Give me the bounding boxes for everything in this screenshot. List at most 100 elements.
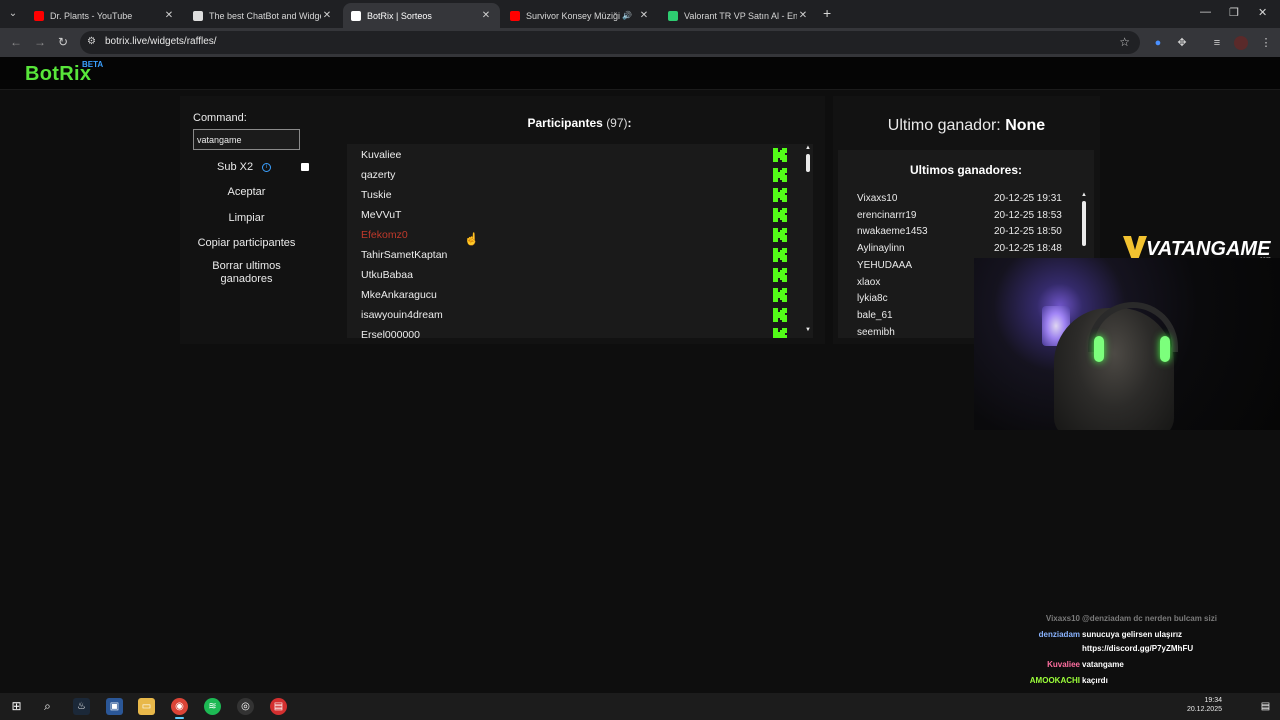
tab-close-icon[interactable]: ✕ bbox=[638, 10, 650, 21]
store-icon[interactable]: ▣ bbox=[106, 698, 123, 715]
profile-avatar-icon[interactable] bbox=[1234, 36, 1248, 50]
chrome-menu-icon[interactable]: ⋮ bbox=[1259, 36, 1273, 50]
webcam-feed bbox=[974, 258, 1280, 430]
chat-text: sunucuya gelirsen ulaşırız bbox=[1082, 630, 1183, 639]
participant-row[interactable]: Tuskie bbox=[361, 185, 801, 205]
tab-search-icon[interactable]: ⌄ bbox=[5, 6, 21, 22]
kick-icon bbox=[773, 148, 787, 162]
participant-row[interactable]: Kuvaliee bbox=[361, 145, 801, 165]
bookmark-star-icon[interactable]: ☆ bbox=[1119, 35, 1130, 49]
participants-list[interactable]: ▲ ▼ Kuvaliee qazerty Tuskie MeVVuT Efekomz0 T… bbox=[347, 144, 813, 338]
back-icon[interactable]: ← bbox=[10, 35, 22, 49]
winner-name: erencinarrr19 bbox=[857, 209, 917, 221]
participant-name: Efekomz0 bbox=[361, 229, 408, 241]
sub-x2-checkbox[interactable] bbox=[301, 163, 309, 171]
participant-row[interactable]: UtkuBabaa bbox=[361, 265, 801, 285]
notifications-icon[interactable]: ▤ bbox=[1257, 698, 1274, 715]
participant-row[interactable]: Ersel000000 bbox=[361, 325, 801, 338]
participants-count: (97) bbox=[606, 116, 628, 130]
extensions-puzzle-icon[interactable]: ✥ bbox=[1175, 36, 1189, 50]
media-control-icon[interactable]: ≡ bbox=[1210, 36, 1224, 50]
participants-title: Participantes (97): bbox=[346, 116, 813, 130]
clear-last-winners-button[interactable]: Borrar ultimos ganadores bbox=[193, 260, 300, 286]
obs-icon[interactable]: ◎ bbox=[237, 698, 254, 715]
close-window-icon[interactable]: ✕ bbox=[1258, 6, 1267, 19]
address-bar[interactable]: ⚙ botrix.live/widgets/raffles/ ☆ bbox=[80, 31, 1140, 54]
winner-name: bale_61 bbox=[857, 309, 893, 321]
tab-close-icon[interactable]: ✕ bbox=[163, 10, 175, 21]
participant-name: MkeAnkaragucu bbox=[361, 289, 437, 301]
tab-favicon-icon bbox=[668, 10, 678, 21]
steam-icon[interactable]: ♨ bbox=[73, 698, 90, 715]
browser-tab-strip: ⌄ Dr. Plants - YouTube ✕ The best ChatBot … bbox=[0, 0, 1280, 28]
browser-tab[interactable]: The best ChatBot and Widgets ✕ bbox=[185, 3, 341, 28]
participant-row[interactable]: Efekomz0 bbox=[361, 225, 801, 245]
tab-title: Valorant TR VP Satın Al - En Uc bbox=[684, 10, 797, 21]
winners-scroll-up-icon[interactable]: ▲ bbox=[1080, 192, 1088, 198]
file-explorer-icon[interactable]: ▭ bbox=[138, 698, 155, 715]
tab-audio-icon[interactable]: 🔊 bbox=[622, 11, 632, 20]
info-icon[interactable]: i bbox=[262, 163, 271, 172]
extension-shield-icon[interactable]: ● bbox=[1151, 36, 1165, 50]
copy-participants-button[interactable]: Copiar participantes bbox=[193, 237, 300, 249]
tab-close-icon[interactable]: ✕ bbox=[480, 10, 492, 21]
limpiar-button[interactable]: Limpiar bbox=[193, 212, 300, 224]
participants-title-text: Participantes bbox=[527, 116, 603, 130]
clock-date: 20.12.2025 bbox=[1186, 706, 1222, 713]
winner-date: 20-12-25 18:53 bbox=[994, 209, 1062, 221]
hand-cursor-icon: ☝ bbox=[464, 232, 479, 246]
new-tab-plus-icon[interactable]: + bbox=[823, 5, 831, 21]
tab-favicon-icon bbox=[510, 10, 520, 21]
participant-name: UtkuBabaa bbox=[361, 269, 413, 281]
last-winner-value: None bbox=[1005, 117, 1046, 134]
kick-icon bbox=[773, 188, 787, 202]
participant-row[interactable]: qazerty bbox=[361, 165, 801, 185]
kick-icon bbox=[773, 268, 787, 282]
restore-icon[interactable]: ❐ bbox=[1229, 6, 1239, 19]
windows-start-icon[interactable]: ⊞ bbox=[8, 698, 25, 715]
participant-row[interactable]: TahirSametKaptan bbox=[361, 245, 801, 265]
winner-name: nwakaeme1453 bbox=[857, 226, 928, 238]
browser-tab[interactable]: Dr. Plants - YouTube ✕ bbox=[26, 3, 183, 28]
kick-icon bbox=[773, 308, 787, 322]
winner-name: xlaox bbox=[857, 276, 881, 288]
scroll-thumb[interactable] bbox=[806, 154, 810, 172]
forward-icon[interactable]: → bbox=[34, 35, 46, 49]
spotify-icon[interactable]: ≋ bbox=[204, 698, 221, 715]
winner-row: Vixaxs10 20-12-25 19:31 bbox=[857, 191, 1067, 208]
tab-close-icon[interactable]: ✕ bbox=[797, 10, 809, 21]
tab-title: The best ChatBot and Widgets bbox=[209, 10, 321, 21]
chrome-icon[interactable]: ◉ bbox=[171, 698, 188, 719]
chat-text: https://discord.gg/P7yZMhFU bbox=[1082, 644, 1194, 653]
winners-scroll-thumb[interactable] bbox=[1082, 201, 1086, 246]
winner-row: nwakaeme1453 20-12-25 18:50 bbox=[857, 224, 1067, 241]
chat-username: Vixaxs10 bbox=[1045, 614, 1080, 623]
chat-text: @denziadam dc nerden bulcam sizi bbox=[1082, 614, 1217, 623]
system-clock[interactable]: 19:34 20.12.2025 bbox=[1187, 696, 1222, 714]
scroll-down-arrow-icon[interactable]: ▼ bbox=[804, 327, 812, 333]
beta-badge: BETA bbox=[82, 60, 104, 69]
aceptar-button[interactable]: Aceptar bbox=[193, 186, 300, 198]
last-winner: Ultimo ganador: None bbox=[833, 117, 1100, 135]
participant-name: MeVVuT bbox=[361, 209, 402, 221]
tab-close-icon[interactable]: ✕ bbox=[321, 10, 333, 21]
vatangame-logo-text: VATANGAME bbox=[1146, 238, 1271, 260]
site-info-icon[interactable]: ⚙ bbox=[87, 36, 96, 47]
command-input[interactable] bbox=[193, 129, 300, 150]
search-icon[interactable]: ⌕ bbox=[39, 698, 56, 715]
browser-tab[interactable]: Survivor Konsey Müziği (Uz🔊 ✕ bbox=[502, 3, 658, 28]
minimize-icon[interactable]: — bbox=[1200, 6, 1211, 18]
participant-row[interactable]: isawyouin4dream bbox=[361, 305, 801, 325]
browser-tab[interactable]: Valorant TR VP Satın Al - En Uc✕ bbox=[660, 3, 817, 28]
app-icon[interactable]: ▤ bbox=[270, 698, 287, 715]
url-text[interactable]: botrix.live/widgets/raffles/ bbox=[105, 36, 217, 47]
participant-row[interactable]: MeVVuT bbox=[361, 205, 801, 225]
clock-time: 19:34 bbox=[1204, 697, 1222, 704]
site-header: BotRix BETA bbox=[0, 57, 1280, 90]
participant-row[interactable]: MkeAnkaragucu bbox=[361, 285, 801, 305]
scroll-up-arrow-icon[interactable]: ▲ bbox=[804, 145, 812, 151]
participants-scrollbar[interactable]: ▲ ▼ bbox=[804, 144, 812, 338]
windows-taskbar: ⊞ ⌕ ♨ ▣ ▭ ◉ ≋ ◎ ▤ 19:34 20.12.2025 ▤ bbox=[0, 693, 1280, 720]
browser-tab[interactable]: BotRix | Sorteos ✕ bbox=[343, 3, 500, 28]
reload-icon[interactable]: ↻ bbox=[58, 35, 68, 49]
